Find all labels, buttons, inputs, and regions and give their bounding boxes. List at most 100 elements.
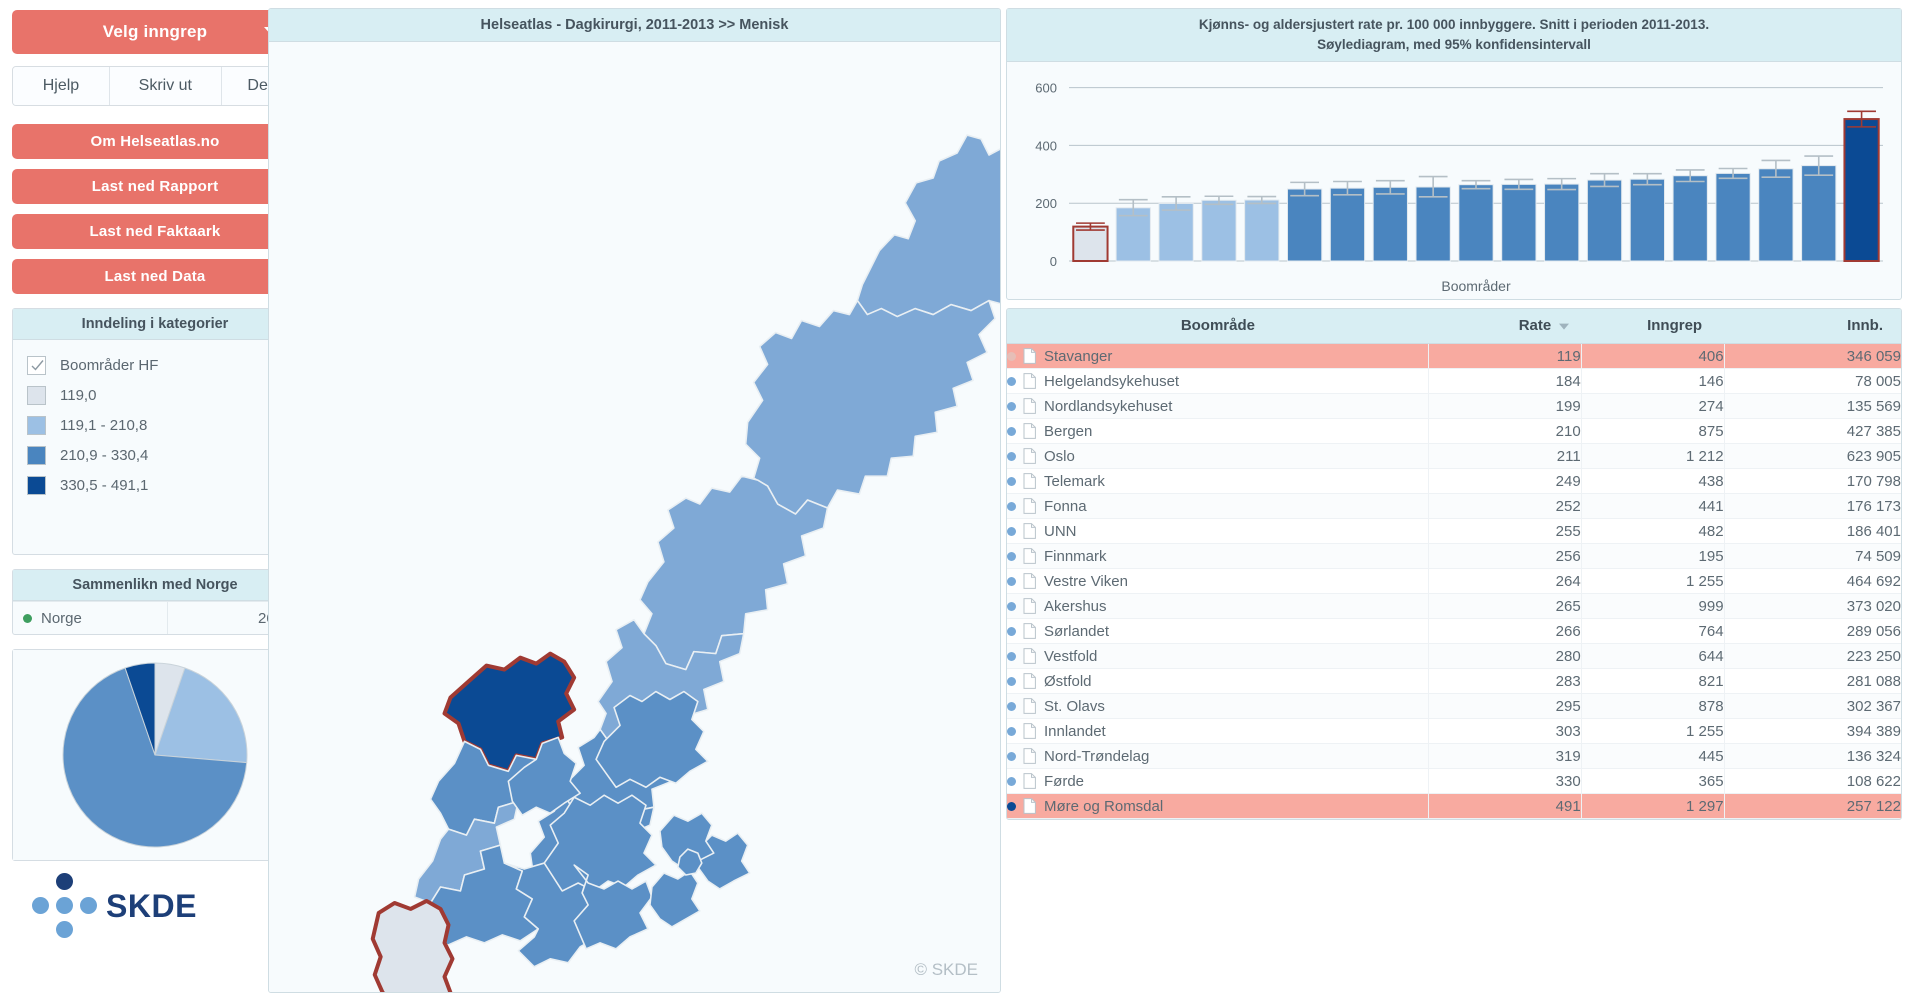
cell-boomrade[interactable]: Østfold bbox=[1007, 668, 1429, 694]
norway-map[interactable]: © SKDE bbox=[269, 42, 1000, 993]
y-tick-label-0: 0 bbox=[1050, 254, 1057, 269]
cell-boomrade[interactable]: Førde bbox=[1007, 768, 1429, 794]
bar-7[interactable] bbox=[1372, 186, 1408, 262]
select-procedure-button[interactable]: Velg inngrep bbox=[12, 10, 298, 54]
status-dot-icon bbox=[1007, 401, 1016, 411]
legend-item-0[interactable]: 119,0 bbox=[27, 380, 283, 410]
cell-boomrade[interactable]: Oslo bbox=[1007, 443, 1429, 469]
boomrade-name: Vestre Viken bbox=[1044, 572, 1128, 590]
bar-12[interactable] bbox=[1586, 179, 1623, 262]
table-row[interactable]: Finnmark 256 195 74 509 bbox=[1007, 543, 1901, 569]
cell-innb: 135 569 bbox=[1723, 393, 1901, 419]
download-data-button[interactable]: Last ned Data bbox=[12, 259, 298, 294]
table-row[interactable]: Akershus 265 999 373 020 bbox=[1007, 593, 1901, 619]
cell-boomrade[interactable]: Sørlandet bbox=[1007, 618, 1429, 644]
table-row[interactable]: Nord-Trøndelag 319 445 136 324 bbox=[1007, 743, 1901, 769]
cell-rate: 211 bbox=[1428, 443, 1582, 469]
table-row[interactable]: Innlandet 303 1 255 394 389 bbox=[1007, 718, 1901, 744]
tab-hjelp[interactable]: Hjelp bbox=[13, 67, 110, 105]
table-row[interactable]: UNN 255 482 186 401 bbox=[1007, 518, 1901, 544]
bar-16[interactable] bbox=[1758, 168, 1794, 262]
cell-boomrade[interactable]: St. Olavs bbox=[1007, 693, 1429, 719]
map-region-stavanger[interactable] bbox=[370, 898, 455, 993]
cell-boomrade[interactable]: Helgelandsykehuset bbox=[1007, 368, 1429, 394]
boomrade-name: UNN bbox=[1044, 522, 1077, 540]
cell-boomrade[interactable]: Vestre Viken bbox=[1007, 568, 1429, 594]
table-row[interactable]: Vestre Viken 264 1 255 464 692 bbox=[1007, 568, 1901, 594]
legend-item-1[interactable]: 119,1 - 210,8 bbox=[27, 410, 283, 440]
bar-8[interactable] bbox=[1415, 186, 1451, 262]
bar-3[interactable] bbox=[1201, 199, 1237, 262]
compare-norway-row[interactable]: Norge 261 bbox=[13, 601, 297, 634]
column-header-boomrade[interactable]: Boområde bbox=[1007, 309, 1429, 344]
cell-innb: 302 367 bbox=[1723, 693, 1901, 719]
bar-5[interactable] bbox=[1286, 188, 1323, 262]
tab-skriv-ut[interactable]: Skriv ut bbox=[109, 67, 222, 105]
cell-boomrade[interactable]: Fonna bbox=[1007, 493, 1429, 519]
map-region-vestfold[interactable] bbox=[649, 870, 701, 928]
status-dot-icon bbox=[1007, 376, 1016, 386]
column-header-inngrep[interactable]: Inngrep bbox=[1581, 309, 1725, 344]
bar-10[interactable] bbox=[1501, 184, 1537, 262]
status-dot-icon bbox=[1007, 476, 1016, 486]
select-procedure-label: Velg inngrep bbox=[102, 22, 208, 41]
table-row[interactable]: Stavanger 119 406 346 059 bbox=[1007, 343, 1901, 369]
legend-item-2[interactable]: 210,9 - 330,4 bbox=[27, 440, 283, 470]
table-row[interactable]: St. Olavs 295 878 302 367 bbox=[1007, 693, 1901, 719]
cell-inngrep: 644 bbox=[1580, 643, 1725, 669]
table-row[interactable]: Oslo 211 1 212 623 905 bbox=[1007, 443, 1901, 469]
bar-18[interactable] bbox=[1843, 118, 1880, 263]
norway-map-svg[interactable] bbox=[269, 42, 1000, 993]
legend-spacer bbox=[27, 500, 283, 540]
table-row[interactable]: Vestfold 280 644 223 250 bbox=[1007, 643, 1901, 669]
download-factsheet-button[interactable]: Last ned Faktaark bbox=[12, 214, 298, 249]
bar-chart-svg[interactable]: 0 200 400 600 Boområder bbox=[1007, 62, 1901, 305]
map-region-unn[interactable] bbox=[744, 299, 996, 515]
cell-boomrade[interactable]: Telemark bbox=[1007, 468, 1429, 494]
bar-chart-plot[interactable]: 0 200 400 600 Boområder bbox=[1007, 62, 1901, 305]
table-row[interactable]: Nordlandsykehuset 199 274 135 569 bbox=[1007, 393, 1901, 419]
table-row[interactable]: Møre og Romsdal 491 1 297 257 122 bbox=[1007, 793, 1901, 819]
legend-label-0: 119,0 bbox=[60, 386, 97, 404]
bar-9[interactable] bbox=[1458, 184, 1494, 262]
download-report-button[interactable]: Last ned Rapport bbox=[12, 169, 298, 204]
cell-boomrade[interactable]: Innlandet bbox=[1007, 718, 1429, 744]
bar-15[interactable] bbox=[1715, 173, 1751, 262]
cell-boomrade[interactable]: Vestfold bbox=[1007, 643, 1429, 669]
table-row[interactable]: Bergen 210 875 427 385 bbox=[1007, 418, 1901, 444]
legend-item-3[interactable]: 330,5 - 491,1 bbox=[27, 470, 283, 500]
status-dot-icon bbox=[1007, 426, 1016, 436]
cell-boomrade[interactable]: Nordlandsykehuset bbox=[1007, 393, 1429, 419]
about-helseatlas-button[interactable]: Om Helseatlas.no bbox=[12, 124, 298, 159]
cell-boomrade[interactable]: Akershus bbox=[1007, 593, 1429, 619]
table-row[interactable]: Østfold 283 821 281 088 bbox=[1007, 668, 1901, 694]
column-header-innb[interactable]: Innb. bbox=[1724, 309, 1901, 344]
bar-17[interactable] bbox=[1801, 165, 1837, 262]
cell-boomrade[interactable]: Stavanger bbox=[1007, 343, 1429, 369]
cell-boomrade[interactable]: UNN bbox=[1007, 518, 1429, 544]
boomrade-name: Nordlandsykehuset bbox=[1044, 397, 1173, 415]
column-header-rate[interactable]: Rate bbox=[1428, 309, 1582, 344]
map-region-finnmark[interactable] bbox=[856, 134, 1000, 318]
cell-boomrade[interactable]: Bergen bbox=[1007, 418, 1429, 444]
bar-11[interactable] bbox=[1544, 183, 1580, 262]
bar-14[interactable] bbox=[1672, 175, 1708, 262]
cell-inngrep: 146 bbox=[1580, 368, 1725, 394]
legend-checkbox-row[interactable]: Boområder HF bbox=[27, 350, 283, 380]
table-row[interactable]: Fonna 252 441 176 173 bbox=[1007, 493, 1901, 519]
bar-13[interactable] bbox=[1629, 178, 1665, 262]
bar-6[interactable] bbox=[1329, 187, 1366, 262]
table-row[interactable]: Førde 330 365 108 622 bbox=[1007, 768, 1901, 794]
bar-0[interactable] bbox=[1072, 225, 1109, 263]
bar-4[interactable] bbox=[1244, 199, 1280, 262]
bar-2[interactable] bbox=[1158, 203, 1194, 262]
cell-inngrep: 441 bbox=[1580, 493, 1725, 519]
cell-boomrade[interactable]: Finnmark bbox=[1007, 543, 1429, 569]
legend-swatch-3 bbox=[27, 475, 46, 495]
cell-boomrade[interactable]: Nord-Trøndelag bbox=[1007, 743, 1429, 769]
table-row[interactable]: Helgelandsykehuset 184 146 78 005 bbox=[1007, 368, 1901, 394]
cell-boomrade[interactable]: Møre og Romsdal bbox=[1007, 793, 1429, 819]
checkbox-boomrader-hf[interactable] bbox=[27, 355, 46, 375]
table-row[interactable]: Sørlandet 266 764 289 056 bbox=[1007, 618, 1901, 644]
table-row[interactable]: Telemark 249 438 170 798 bbox=[1007, 468, 1901, 494]
